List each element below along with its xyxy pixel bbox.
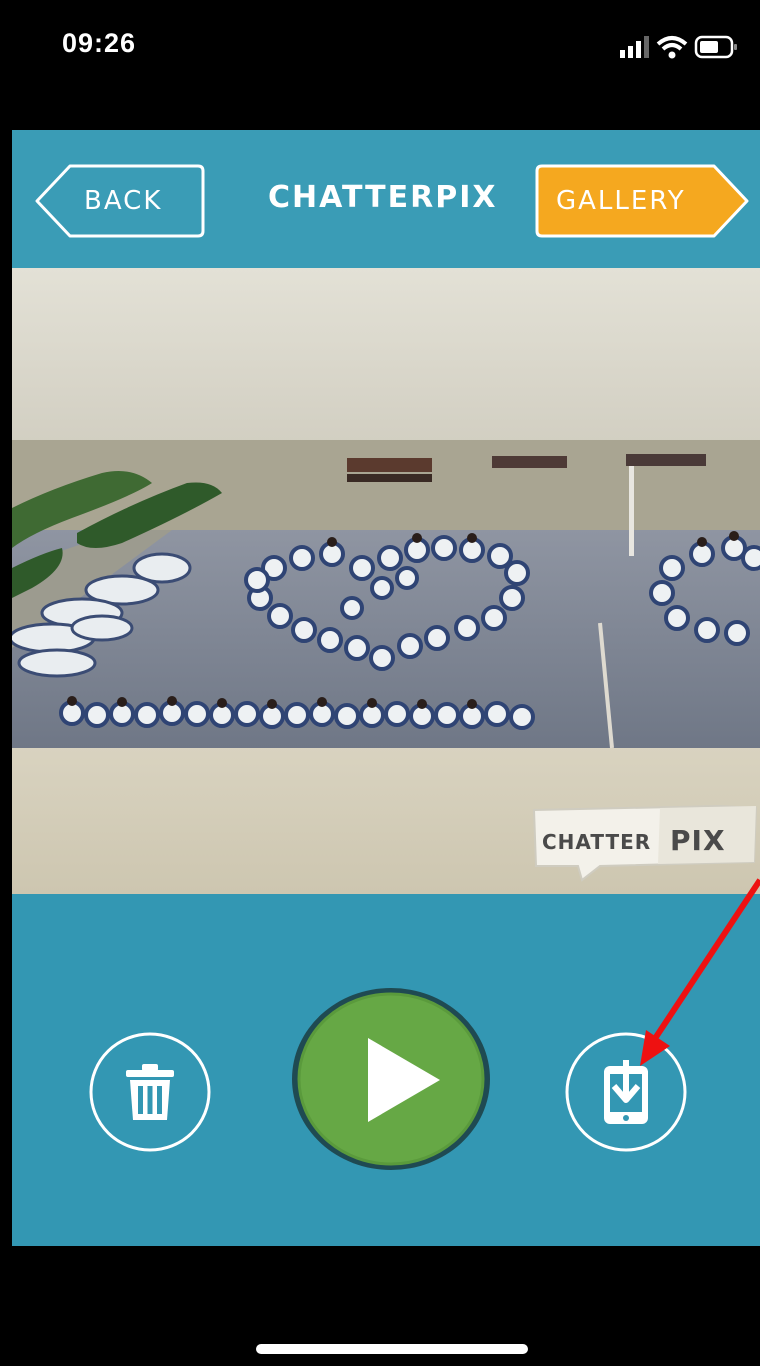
playback-controls <box>12 894 760 1246</box>
back-button-label: BACK <box>84 186 163 216</box>
signal-icon <box>620 36 649 58</box>
watermark-text-left: CHATTER <box>542 830 652 854</box>
chatterpix-app: BACK CHATTERPIX GALLERY CHATTER PIX <box>12 130 760 1246</box>
app-title: CHATTERPIX <box>268 180 498 215</box>
header: BACK CHATTERPIX GALLERY <box>12 130 760 268</box>
status-time: 09:26 <box>62 28 137 58</box>
photo-preview: CHATTER PIX <box>12 268 760 894</box>
play-button[interactable] <box>290 986 492 1172</box>
battery-icon <box>694 35 737 59</box>
gallery-button[interactable]: GALLERY <box>534 163 750 239</box>
wifi-icon <box>656 36 688 59</box>
status-icons <box>620 35 737 59</box>
delete-button[interactable] <box>88 1030 212 1154</box>
photo-image <box>12 268 760 894</box>
watermark-text-right: PIX <box>670 824 726 857</box>
status-bar: 09:26 <box>0 0 760 100</box>
back-button[interactable]: BACK <box>34 163 206 239</box>
save-to-device-button[interactable] <box>564 1030 688 1154</box>
home-indicator <box>256 1344 528 1354</box>
save-to-device-icon <box>565 1032 687 1152</box>
trash-icon <box>89 1032 211 1152</box>
chatterpix-watermark: CHATTER PIX <box>530 802 760 882</box>
play-icon <box>292 988 490 1170</box>
gallery-button-label: GALLERY <box>556 186 686 216</box>
